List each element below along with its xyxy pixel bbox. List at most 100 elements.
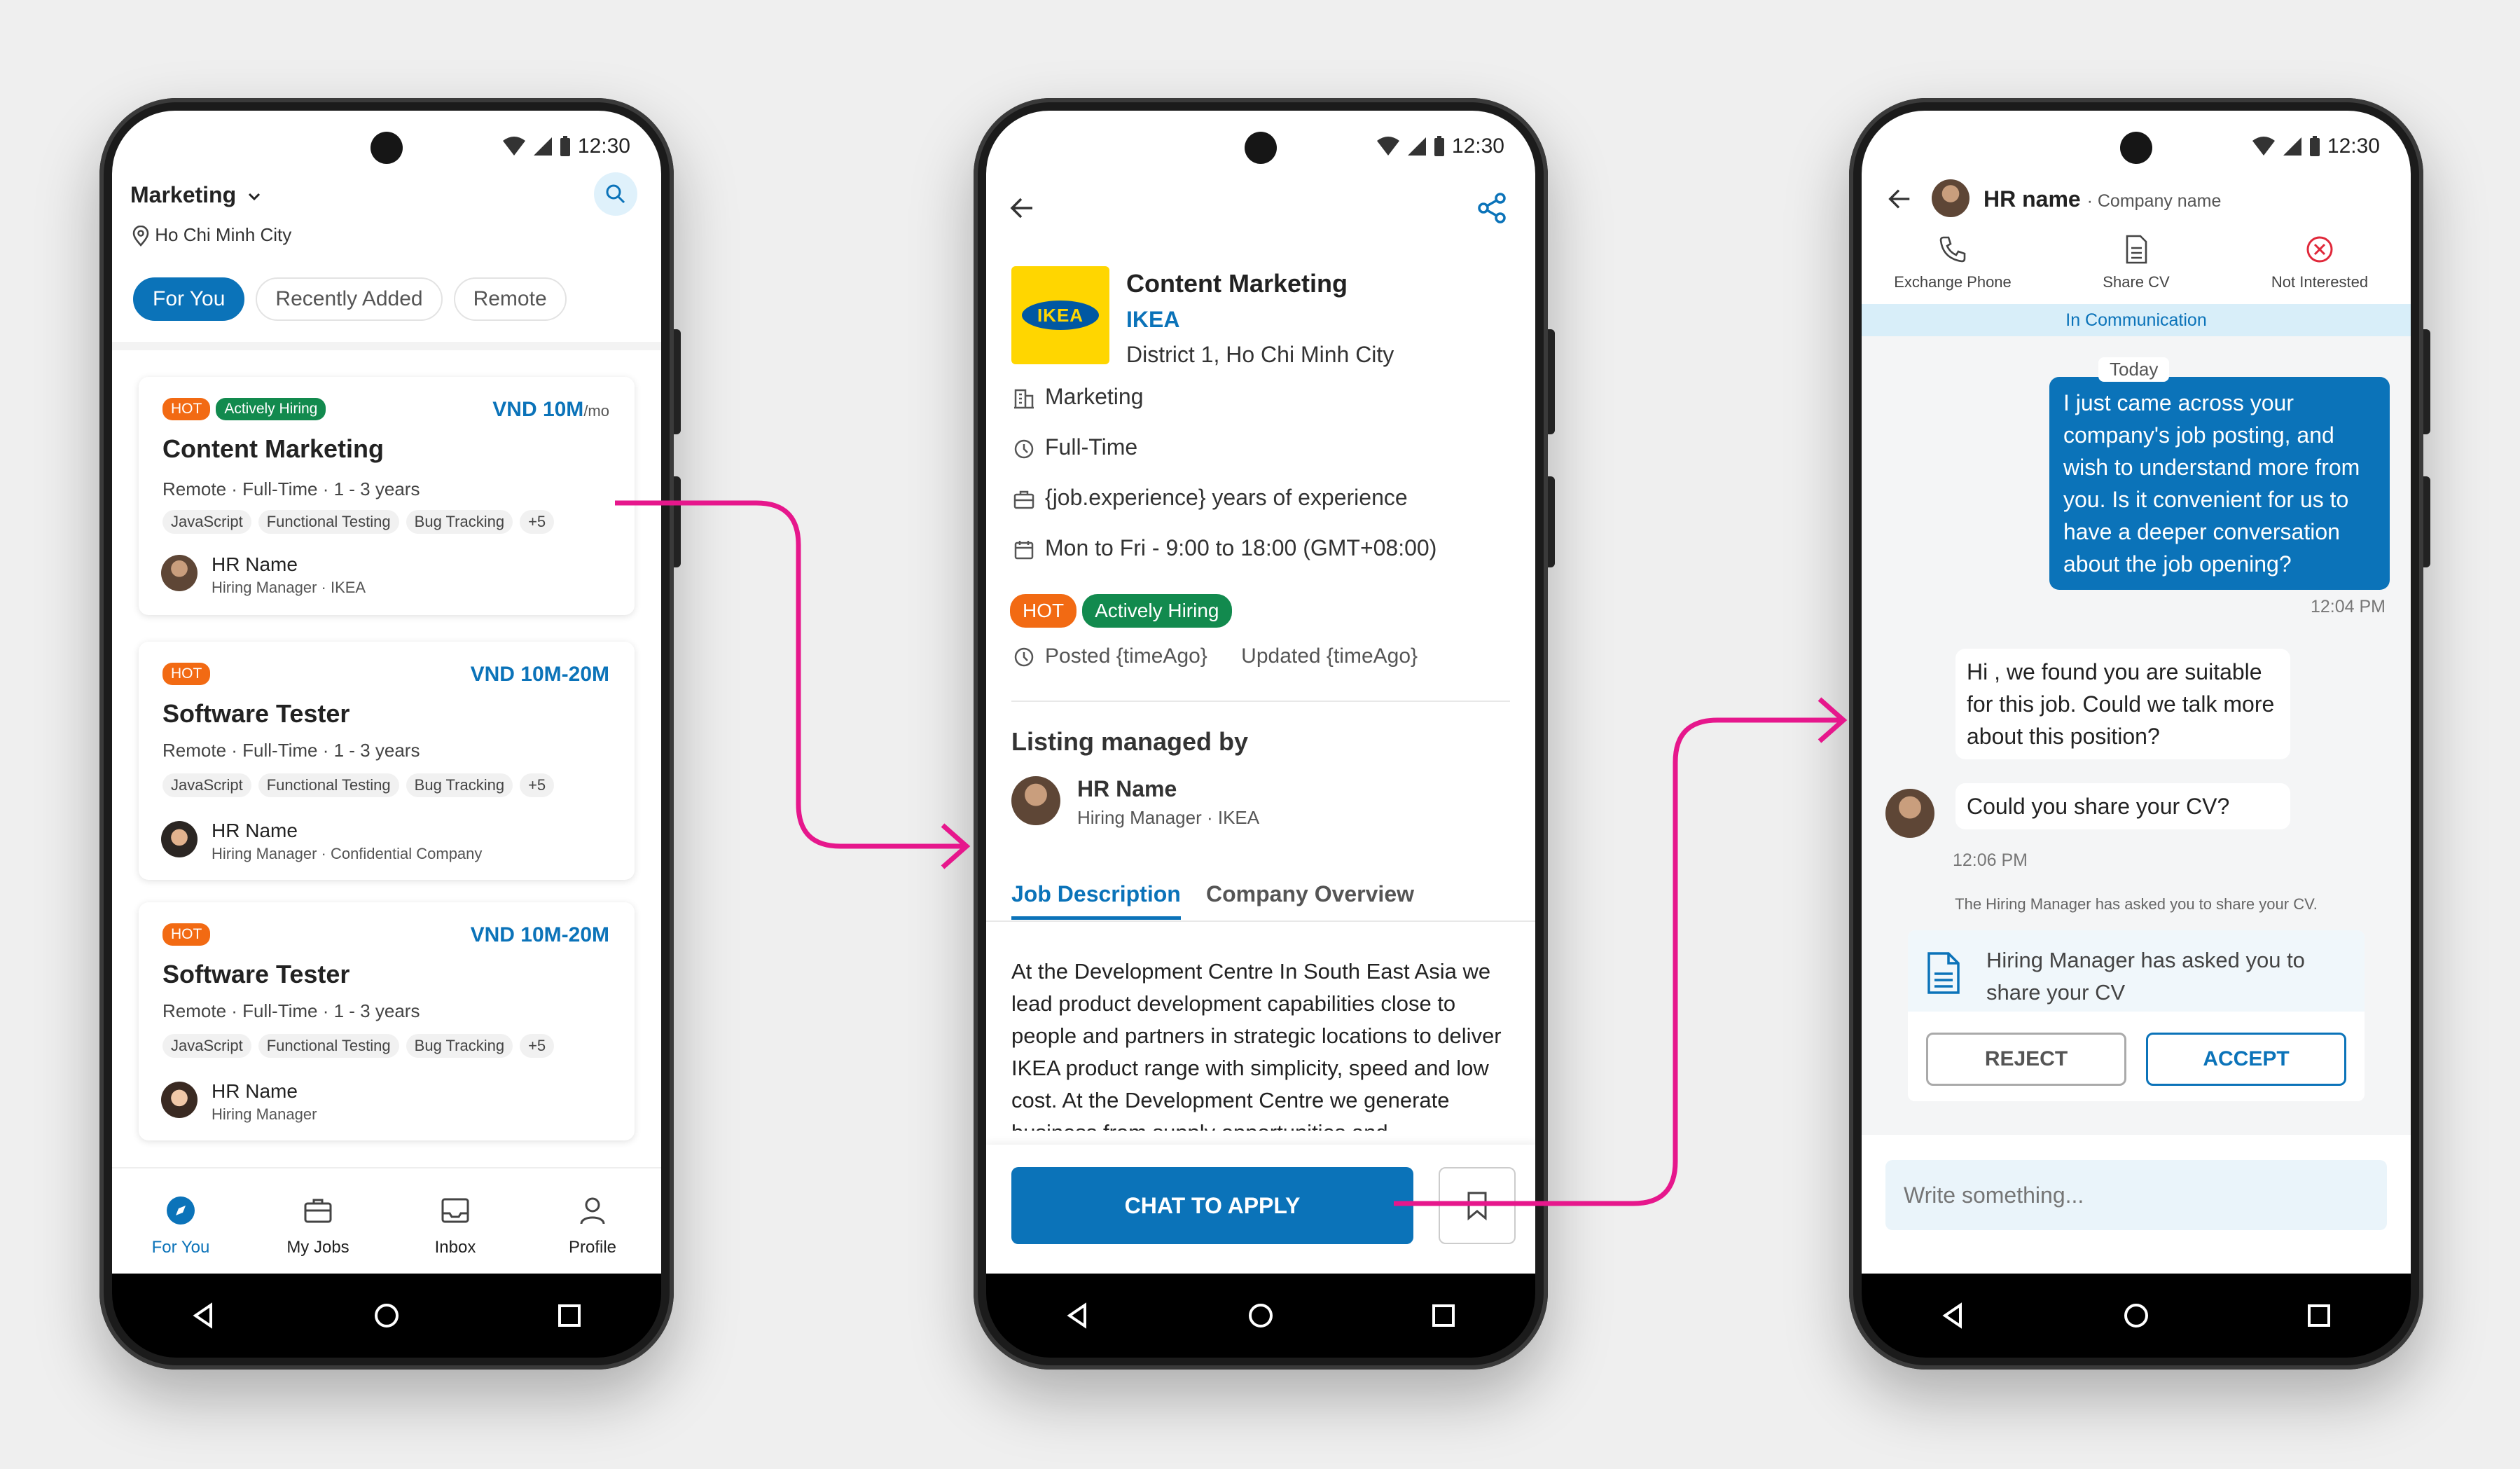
back-nav-button[interactable] (1057, 1295, 1099, 1337)
received-message: Could you share your CV? (1955, 783, 2290, 829)
status-time: 12:30 (2327, 135, 2380, 158)
arrow-left-icon (1010, 198, 1032, 219)
nav-inbox[interactable]: Inbox (387, 1168, 524, 1274)
not-interested-button[interactable]: Not Interested (2243, 234, 2397, 291)
arrow-left-icon (1888, 189, 1910, 209)
tab-for-you[interactable]: For You (133, 277, 245, 321)
back-button[interactable] (1885, 185, 1913, 216)
info-experience-text: {job.experience} years of experience (1045, 485, 1408, 510)
hot-badge: HOT (162, 398, 211, 420)
avatar (161, 1082, 198, 1118)
action-label: Not Interested (2271, 273, 2369, 291)
battery-icon (2309, 136, 2320, 156)
search-button[interactable] (594, 172, 637, 216)
nav-label: Profile (568, 1238, 617, 1257)
job-tags: JavaScript Functional Testing Bug Tracking… (162, 510, 561, 534)
share-icon (1478, 193, 1506, 223)
home-nav-button[interactable] (366, 1295, 408, 1337)
category-selector[interactable]: Marketing (130, 182, 262, 208)
message-input[interactable] (1885, 1160, 2387, 1230)
job-card[interactable]: HOT VND 10M-20M Software Tester Remote ·… (139, 642, 635, 880)
system-message: The Hiring Manager has asked you to shar… (1955, 895, 2318, 913)
home-circle-icon (374, 1304, 399, 1327)
recents-nav-button[interactable] (1422, 1295, 1465, 1337)
tab-recently-added[interactable]: Recently Added (256, 277, 443, 321)
filter-tabs: For You Recently Added Remote (133, 277, 578, 321)
nav-label: Inbox (434, 1238, 476, 1257)
phone-feed: 12:30 Marketing Ho Chi Minh City For You… (99, 98, 681, 1370)
reject-button[interactable]: REJECT (1926, 1033, 2126, 1086)
info-category-text: Marketing (1045, 384, 1144, 409)
nav-label: For You (151, 1238, 210, 1257)
home-nav-button[interactable] (1240, 1295, 1282, 1337)
divider (1011, 701, 1510, 702)
job-meta: Remote · Full-Time · 1 - 3 years (162, 478, 420, 499)
status-time: 12:30 (1451, 135, 1504, 158)
hr-role: Hiring Manager · IKEA (1077, 807, 1260, 828)
phone-detail: 12:30 IKEA Content Marketing IKEA Distri… (974, 98, 1555, 1370)
detail-company[interactable]: IKEA (1126, 307, 1179, 333)
chat-company: · Company name (2086, 191, 2222, 211)
chat-to-apply-button[interactable]: CHAT TO APPLY (1011, 1167, 1413, 1244)
hot-badge: HOT (162, 923, 211, 946)
chat-header: HR name · Company name (1984, 186, 2221, 212)
tag: Functional Testing (258, 1034, 399, 1058)
nav-profile[interactable]: Profile (524, 1168, 661, 1274)
tab-job-description[interactable]: Job Description (1011, 881, 1181, 920)
job-card[interactable]: HOT Actively Hiring VND 10M/mo Content Ma… (139, 377, 635, 615)
tag: +5 (520, 1034, 555, 1058)
back-button[interactable] (1007, 193, 1037, 226)
tag: JavaScript (162, 510, 251, 534)
job-title: Software Tester (162, 960, 350, 988)
building-icon (1014, 389, 1034, 408)
wifi-icon (2252, 137, 2275, 156)
share-button[interactable] (1476, 192, 1509, 228)
nav-for-you[interactable]: For You (112, 1168, 249, 1274)
job-title: Content Marketing (162, 434, 385, 463)
hot-badge: HOT (1010, 594, 1077, 628)
hr-role: Hiring Manager · IKEA (212, 579, 366, 596)
composer-bar (1862, 1135, 2411, 1274)
share-cv-button[interactable]: Share CV (2059, 234, 2213, 291)
tag: Bug Tracking (406, 510, 513, 534)
info-category: Marketing (1011, 384, 1144, 410)
nav-my-jobs[interactable]: My Jobs (249, 1168, 387, 1274)
tab-company-overview[interactable]: Company Overview (1206, 881, 1414, 907)
nav-label: My Jobs (286, 1238, 349, 1257)
back-nav-button[interactable] (1932, 1295, 1974, 1337)
company-logo: IKEA (1011, 266, 1109, 364)
status-banner: In Communication (1862, 304, 2411, 336)
hr-name: HR Name (212, 1080, 298, 1102)
job-meta: Remote · Full-Time · 1 - 3 years (162, 740, 420, 761)
salary-unit: /mo (583, 402, 609, 420)
received-time: 12:06 PM (1953, 850, 2028, 870)
recents-nav-button[interactable] (548, 1295, 590, 1337)
location-row[interactable]: Ho Chi Minh City (132, 224, 291, 247)
job-description-text: At the Development Centre In South East … (1011, 959, 1502, 1131)
tag: Bug Tracking (406, 1034, 513, 1058)
close-circle-icon (2306, 236, 2333, 263)
posted-text: Posted {timeAgo} (1045, 644, 1207, 668)
clock-icon (1014, 647, 1034, 667)
tab-remote[interactable]: Remote (453, 277, 567, 321)
bookmark-button[interactable] (1439, 1167, 1516, 1244)
briefcase-icon (1013, 490, 1034, 509)
home-circle-icon (1248, 1304, 1273, 1327)
tab-label: Job Description (1011, 881, 1181, 906)
action-label: Share CV (2103, 273, 2170, 291)
cv-request-text: Hiring Manager has asked you to share yo… (1986, 948, 2305, 1005)
job-salary: VND 10M-20M (470, 923, 609, 946)
tab-divider (986, 920, 1535, 922)
home-nav-button[interactable] (2115, 1295, 2157, 1337)
recents-nav-button[interactable] (2298, 1295, 2340, 1337)
battery-icon (560, 136, 570, 156)
accept-button[interactable]: ACCEPT (2146, 1033, 2346, 1086)
system-nav-bar (112, 1274, 661, 1358)
exchange-phone-button[interactable]: Exchange Phone (1876, 234, 2030, 291)
recents-square-icon (558, 1304, 581, 1327)
arrowhead (941, 823, 971, 869)
detail-title: Content Marketing (1126, 269, 1348, 298)
job-card[interactable]: HOT VND 10M-20M Software Tester Remote ·… (139, 902, 635, 1140)
managed-by-heading: Listing managed by (1011, 727, 1249, 756)
back-nav-button[interactable] (183, 1295, 225, 1337)
